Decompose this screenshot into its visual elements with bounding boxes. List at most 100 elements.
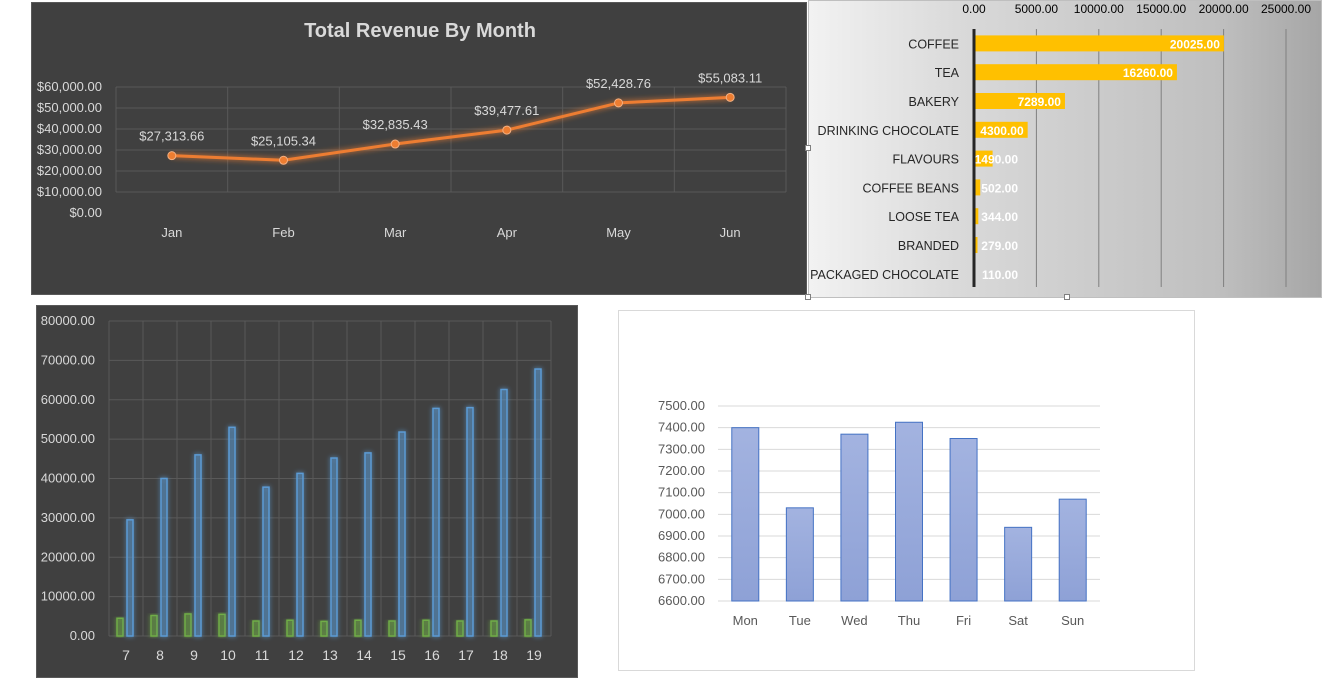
category-label: FLAVOURS	[893, 153, 959, 167]
series-1-bar	[252, 620, 260, 637]
x-tick-label: 12	[288, 647, 304, 663]
series-1-bar	[388, 620, 396, 637]
series-1-bar	[490, 620, 498, 637]
y-tick-label: 7400.00	[658, 420, 705, 435]
series-1-bar	[320, 620, 328, 637]
data-label: 279.00	[981, 239, 1018, 253]
x-tick-label: 15000.00	[1136, 2, 1186, 16]
x-tick-label: 11	[255, 647, 270, 663]
y-tick-label: $60,000.00	[37, 79, 102, 94]
y-tick-label: 10000.00	[41, 589, 95, 604]
x-tick-label: 10000.00	[1074, 2, 1124, 16]
weekday-bar	[840, 433, 869, 602]
x-tick-label: Jan	[161, 225, 182, 240]
series-2-bar	[126, 519, 134, 637]
y-tick-label: $40,000.00	[37, 121, 102, 136]
revenue-by-month-chart[interactable]: Total Revenue By Month $0.00 $10,000.00 $20…	[31, 2, 807, 295]
y-tick-label: 70000.00	[41, 352, 95, 367]
y-tick-label: 6600.00	[658, 593, 705, 608]
category-label: COFFEE BEANS	[862, 181, 959, 195]
y-tick-label: $30,000.00	[37, 142, 102, 157]
data-label: 502.00	[981, 181, 1018, 195]
data-label: $52,428.76	[586, 76, 651, 91]
x-tick-label: Mar	[384, 225, 407, 240]
weekday-bar	[949, 438, 978, 602]
category-label: BRANDED	[898, 239, 959, 253]
x-tick-label: 19	[526, 647, 542, 663]
y-tick-label: 0.00	[70, 628, 95, 643]
y-tick-label: $10,000.00	[37, 184, 102, 199]
x-tick-label: May	[606, 225, 631, 240]
revenue-line-chart-svg: Total Revenue By Month $0.00 $10,000.00 $20…	[37, 20, 787, 240]
y-tick-label: 20000.00	[41, 549, 95, 564]
series-2-bar	[432, 407, 440, 637]
series-2-bar	[500, 388, 508, 637]
weekday-bar	[1004, 526, 1033, 602]
x-tick-label: 8	[156, 647, 164, 663]
series-1-bar	[422, 619, 430, 637]
series-1-bar	[116, 617, 124, 637]
x-tick-label: 7	[122, 647, 130, 663]
data-label: $25,105.34	[251, 133, 316, 148]
series-2-bar	[262, 486, 270, 637]
y-tick-label: 6700.00	[658, 571, 705, 586]
category-bar-chart-svg: 0.00 5000.00 10000.00 15000.00 20000.00 25000…	[810, 2, 1311, 287]
series-1-bar	[184, 613, 192, 637]
data-point	[167, 151, 177, 161]
data-label: 110.00	[982, 268, 1018, 282]
y-tick-label: 7300.00	[658, 441, 705, 456]
category-label: COFFEE	[908, 37, 959, 51]
y-tick-label: 6900.00	[658, 528, 705, 543]
series-2-bar	[398, 431, 406, 637]
resize-handle-left[interactable]	[805, 145, 811, 151]
x-tick-label: Sat	[1008, 613, 1028, 628]
x-tick-label: 18	[492, 647, 508, 663]
series-2-bar	[160, 477, 168, 637]
x-tick-label: Fri	[956, 613, 971, 628]
category-revenue-chart[interactable]: 0.00 5000.00 10000.00 15000.00 20000.00 25000…	[805, 0, 1322, 300]
weekday-bar	[731, 427, 760, 602]
weekday-bar-chart-svg: 6600.00 6700.00 6800.00 6900.00 7000.00 7100.…	[658, 398, 1100, 628]
data-label: $32,835.43	[363, 117, 428, 132]
hourly-chart[interactable]: 0.00 10000.00 20000.00 30000.00 40000.00 5000…	[36, 305, 578, 678]
x-tick-label: Wed	[841, 613, 868, 628]
weekday-bar	[895, 421, 923, 602]
series-1-bar	[524, 619, 532, 637]
resize-handle-bottom-left[interactable]	[805, 294, 811, 300]
x-tick-label: 9	[190, 647, 198, 663]
data-point	[725, 92, 735, 102]
data-label: 16260.00	[1123, 66, 1173, 80]
x-tick-label: Thu	[898, 613, 920, 628]
y-tick-label: 60000.00	[41, 392, 95, 407]
x-tick-label: 13	[322, 647, 338, 663]
series-2-bar	[296, 472, 304, 637]
series-2-bar	[194, 454, 202, 637]
data-label: 20025.00	[1170, 37, 1220, 51]
x-tick-label: 16	[424, 647, 440, 663]
series-2-bar	[466, 406, 474, 637]
category-label: TEA	[935, 66, 960, 80]
y-tick-label: 50000.00	[41, 431, 95, 446]
data-label: 7289.00	[1018, 95, 1062, 109]
series-2-bar	[534, 368, 542, 637]
data-label: $39,477.61	[474, 103, 539, 118]
category-label: DRINKING CHOCOLATE	[818, 124, 959, 138]
y-tick-label: $0.00	[69, 205, 102, 220]
x-tick-label: Mon	[733, 613, 758, 628]
data-label: $55,083.11	[698, 70, 762, 85]
y-tick-label: 7500.00	[658, 398, 705, 413]
x-tick-label: 17	[458, 647, 474, 663]
data-label: $27,313.66	[139, 129, 204, 144]
category-label: BAKERY	[909, 95, 960, 109]
data-label: 1490.00	[975, 153, 1019, 167]
y-tick-label: $50,000.00	[37, 100, 102, 115]
resize-handle-bottom[interactable]	[1064, 294, 1070, 300]
y-tick-label: 6800.00	[658, 550, 705, 565]
data-point	[390, 139, 400, 149]
weekday-bar	[785, 507, 814, 602]
y-tick-label: 30000.00	[41, 510, 95, 525]
y-tick-label: 7100.00	[658, 485, 705, 500]
x-tick-label: Tue	[789, 613, 811, 628]
y-tick-label: $20,000.00	[37, 163, 102, 178]
weekday-chart[interactable]: 6600.00 6700.00 6800.00 6900.00 7000.00 7100.…	[618, 310, 1195, 671]
